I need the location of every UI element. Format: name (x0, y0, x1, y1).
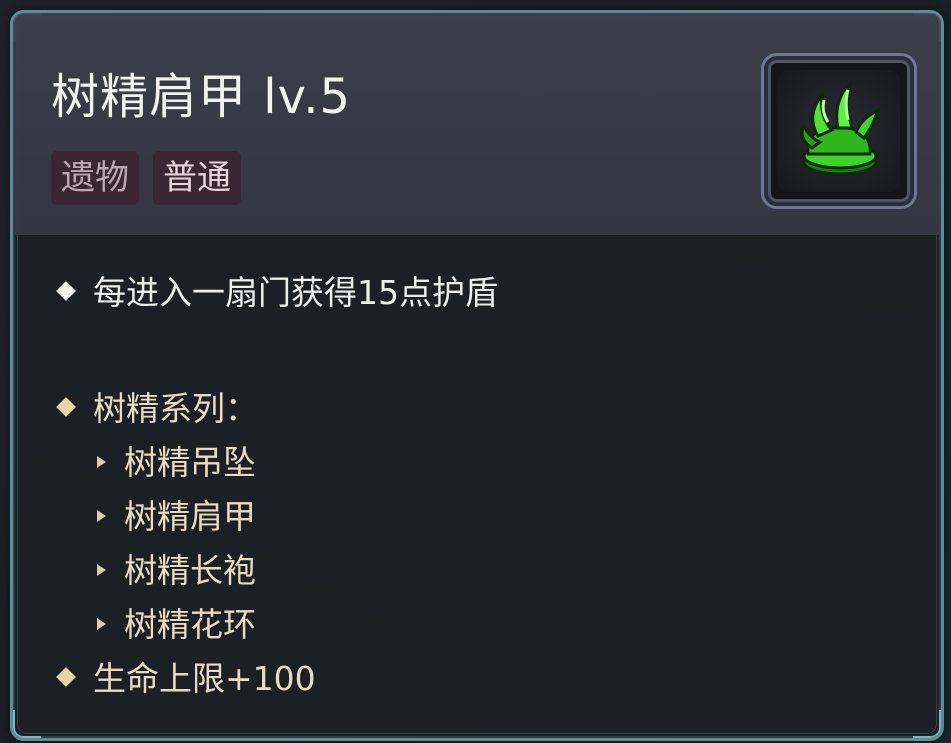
set-bonus-line: 生命上限+100 (53, 659, 316, 699)
diamond-bullet-icon (56, 280, 76, 301)
set-item: 树精肩甲 (97, 497, 256, 537)
item-icon-frame (761, 53, 917, 209)
item-title: 树精肩甲 lv.5 (51, 69, 352, 125)
diamond-bullet-icon (56, 396, 76, 417)
tag-rarity: 普通 (153, 151, 241, 205)
diamond-bullet-icon (56, 666, 76, 687)
set-item: 树精花环 (97, 605, 256, 645)
set-item-label: 树精肩甲 (124, 497, 256, 536)
set-item-label: 树精长袍 (124, 551, 256, 590)
set-item-label: 树精吊坠 (124, 443, 256, 482)
game-screen: 5 3 树精肩甲 lv.5 遗物 普通 (0, 0, 951, 743)
frame-corner (13, 710, 41, 738)
arrow-bullet-icon (97, 455, 106, 468)
set-item: 树精吊坠 (97, 443, 256, 483)
set-title-line: 树精系列： (53, 389, 258, 429)
frame-corner (913, 710, 941, 738)
item-tags: 遗物 普通 (51, 151, 241, 205)
set-title: 树精系列： (93, 389, 258, 428)
tooltip-header: 树精肩甲 lv.5 遗物 普通 (13, 13, 941, 235)
arrow-bullet-icon (97, 617, 106, 630)
effect-text: 每进入一扇门获得15点护盾 (93, 273, 498, 312)
arrow-bullet-icon (97, 563, 106, 576)
set-item-label: 树精花环 (124, 605, 256, 644)
set-item: 树精长袍 (97, 551, 256, 591)
set-bonus: 生命上限+100 (93, 659, 316, 698)
item-tooltip-panel: 树精肩甲 lv.5 遗物 普通 每进入一扇门获得15点护盾 树精系列： 树精吊坠… (10, 10, 944, 741)
effect-line: 每进入一扇门获得15点护盾 (53, 273, 498, 313)
arrow-bullet-icon (97, 509, 106, 522)
green-vine-pauldron-icon (800, 80, 881, 176)
item-icon-background (778, 70, 900, 192)
tag-category: 遗物 (51, 151, 139, 205)
